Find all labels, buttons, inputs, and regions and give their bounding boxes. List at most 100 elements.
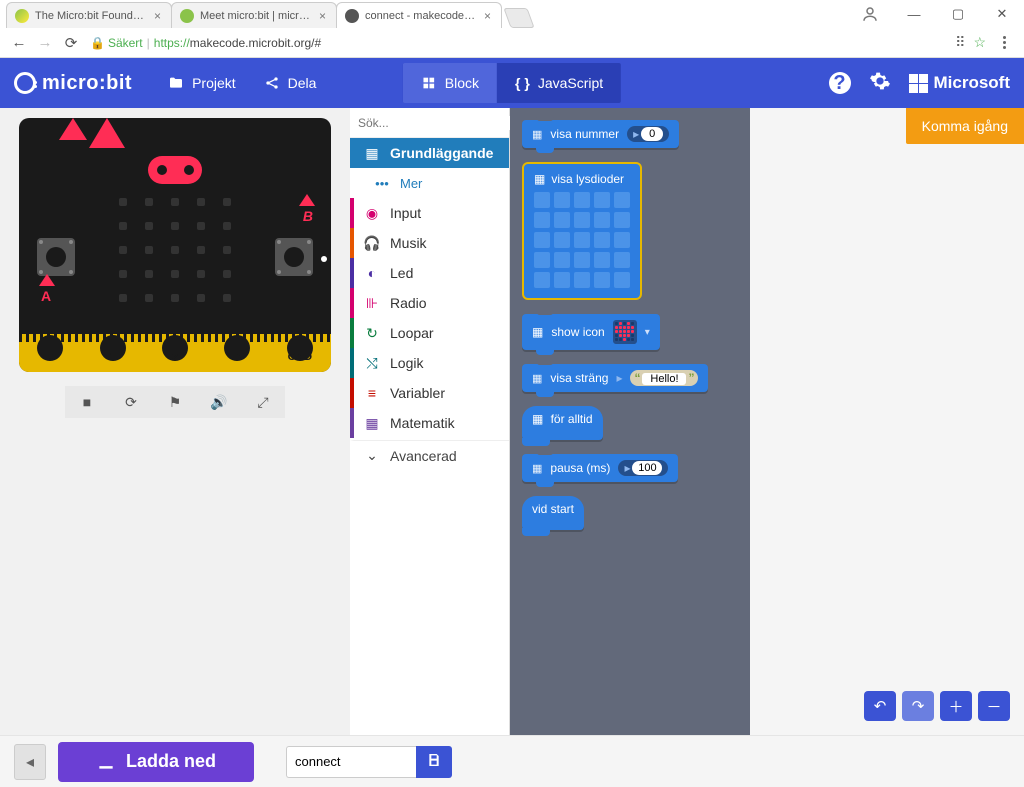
cat-radio[interactable]: ⊪Radio (350, 288, 509, 318)
restart-button[interactable]: ⟳ (109, 386, 153, 418)
gear-icon[interactable] (869, 70, 891, 97)
app-header: micro:bit Projekt Dela Block { }JavaScri… (0, 58, 1024, 108)
debug-button[interactable]: ⚑ (153, 386, 197, 418)
favicon-icon (15, 9, 29, 23)
number-slot[interactable]: ▸ (627, 126, 669, 142)
grid-icon: ▦ (532, 128, 542, 141)
grid-icon: ▦ (532, 372, 542, 385)
loop-icon: ↻ (364, 325, 380, 342)
toolbox-search[interactable]: 🔍 (350, 108, 509, 138)
favicon-icon (345, 9, 359, 23)
cat-loops[interactable]: ↻Loopar (350, 318, 509, 348)
block-on-start[interactable]: vid start (522, 496, 584, 530)
main-area: A B 0 1 2 3V GND ■ ⟳ ⚑ 🔊 ⤢ 🔍 ▦Grundlägga… (0, 108, 1024, 735)
more-icon: ••• (374, 176, 390, 191)
javascript-tab[interactable]: { }JavaScript (497, 63, 621, 103)
grid-icon: ▦ (532, 325, 543, 339)
share-button[interactable]: Dela (250, 63, 331, 103)
stop-button[interactable]: ■ (65, 386, 109, 418)
variables-icon: ≡ (364, 385, 380, 401)
maximize-button[interactable]: ▢ (936, 0, 980, 28)
number-input[interactable] (632, 461, 662, 475)
workspace-controls: ↶ ↷ ＋ － (864, 691, 1010, 721)
zoom-out-button[interactable]: － (978, 691, 1010, 721)
undo-button[interactable]: ↶ (864, 691, 896, 721)
help-icon[interactable]: ? (829, 72, 851, 94)
icon-preview[interactable] (613, 320, 637, 344)
block-forever[interactable]: ▦ för alltid (522, 406, 603, 440)
cat-advanced[interactable]: ⌄Avancerad (350, 440, 509, 470)
save-button[interactable] (416, 746, 452, 778)
cat-logic[interactable]: ⤭Logik (350, 348, 509, 378)
block-show-leds[interactable]: ▦visa lysdioder (522, 162, 642, 300)
string-slot[interactable]: “” (630, 370, 698, 386)
led-matrix (119, 198, 231, 302)
led-editor[interactable] (534, 192, 630, 288)
cat-more[interactable]: •••Mer (350, 168, 509, 198)
blocks-icon (421, 75, 437, 91)
tab-title: The Micro:bit Foundation (35, 10, 148, 22)
logo[interactable]: micro:bit (14, 72, 132, 95)
secure-label: Säkert (108, 36, 143, 50)
close-icon[interactable]: × (154, 10, 161, 22)
grid-icon: ▦ (364, 145, 380, 162)
browser-tab-1[interactable]: Meet micro:bit | micro:bit× (171, 2, 337, 28)
projects-button[interactable]: Projekt (154, 63, 250, 103)
string-input[interactable] (642, 373, 686, 385)
number-slot[interactable]: ▸ (618, 460, 668, 476)
mute-button[interactable]: 🔊 (197, 386, 241, 418)
new-tab-button[interactable] (503, 8, 534, 28)
close-icon[interactable]: × (319, 10, 326, 22)
download-icon (96, 752, 116, 772)
zoom-in-button[interactable]: ＋ (940, 691, 972, 721)
project-name-input[interactable] (286, 746, 416, 778)
menu-icon[interactable] (994, 36, 1014, 49)
simulator-controls: ■ ⟳ ⚑ 🔊 ⤢ (16, 386, 334, 418)
browser-tab-0[interactable]: The Micro:bit Foundation × (6, 2, 172, 28)
redo-button[interactable]: ↷ (902, 691, 934, 721)
tab-title: connect - makecode.mic (365, 10, 478, 22)
cat-math[interactable]: ▦Matematik (350, 408, 509, 438)
workspace[interactable]: Komma igång ↶ ↷ ＋ － (750, 108, 1024, 735)
translate-icon[interactable]: ⠿ (955, 34, 965, 51)
lock-icon: 🔒 (90, 36, 105, 50)
cat-input[interactable]: ◉Input (350, 198, 509, 228)
browser-titlebar: The Micro:bit Foundation × Meet micro:bit… (0, 0, 1024, 28)
block-pause[interactable]: ▦ pausa (ms) ▸ (522, 454, 678, 482)
browser-addressbar: ← → ⟳ 🔒 Säkert | https://makecode.microb… (0, 28, 1024, 58)
cat-basic[interactable]: ▦Grundläggande (350, 138, 509, 168)
reload-button[interactable]: ⟳ (58, 30, 84, 56)
cat-music[interactable]: 🎧Musik (350, 228, 509, 258)
number-input[interactable] (641, 127, 663, 141)
chevron-down-icon: ▾ (645, 327, 650, 338)
block-show-icon[interactable]: ▦ show icon ▾ (522, 314, 660, 350)
getting-started-button[interactable]: Komma igång (906, 108, 1024, 144)
back-button[interactable]: ← (6, 30, 32, 56)
button-a[interactable] (37, 238, 75, 276)
microsoft-logo[interactable]: Microsoft (909, 73, 1011, 93)
cat-variables[interactable]: ≡Variabler (350, 378, 509, 408)
close-icon[interactable]: × (484, 10, 491, 22)
minimize-button[interactable]: — (892, 0, 936, 28)
fullscreen-button[interactable]: ⤢ (241, 386, 285, 418)
url-field[interactable]: 🔒 Säkert | https://makecode.microbit.org… (90, 31, 949, 55)
search-input[interactable] (358, 116, 513, 130)
editor-mode-toggle: Block { }JavaScript (403, 63, 621, 103)
browser-tab-2[interactable]: connect - makecode.mic × (336, 2, 502, 28)
simulator-panel: A B 0 1 2 3V GND ■ ⟳ ⚑ 🔊 ⤢ (0, 108, 350, 735)
blocks-tab[interactable]: Block (403, 63, 497, 103)
download-button[interactable]: Ladda ned (58, 742, 254, 782)
microbit-board[interactable]: A B 0 1 2 3V GND (19, 118, 331, 372)
collapse-sim-button[interactable]: ◂ (14, 744, 46, 780)
profile-icon[interactable] (848, 0, 892, 28)
button-b[interactable] (275, 238, 313, 276)
block-show-string[interactable]: ▦ visa sträng ▸ “” (522, 364, 708, 392)
block-flyout: ▦ visa nummer ▸ ▦visa lysdioder ▦ show i… (510, 108, 750, 735)
browser-tabs: The Micro:bit Foundation × Meet micro:bit… (0, 0, 531, 28)
label-a: A (41, 288, 51, 304)
cat-led[interactable]: ◐Led (350, 258, 509, 288)
star-icon[interactable]: ☆ (973, 34, 986, 51)
close-button[interactable]: ✕ (980, 0, 1024, 28)
block-show-number[interactable]: ▦ visa nummer ▸ (522, 120, 679, 148)
grid-icon: ▦ (532, 462, 542, 475)
